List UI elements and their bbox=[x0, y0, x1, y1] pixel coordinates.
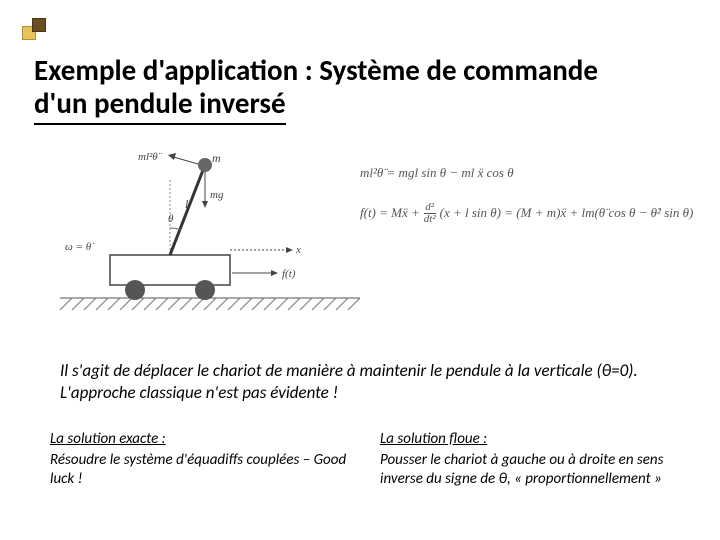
label-f: f(t) bbox=[282, 268, 296, 280]
equations: ml²θ̈ = mgl sin θ − ml ẍ cos θ f(t) = Mẍ… bbox=[360, 160, 693, 226]
label-x: x bbox=[295, 244, 301, 256]
label-mg: mg bbox=[210, 189, 224, 201]
label-omega: ω = θ̇ bbox=[65, 241, 95, 253]
solution-columns: La solution exacte : Résoudre le système… bbox=[50, 430, 680, 488]
logo-squares-icon bbox=[22, 18, 46, 42]
equation-1: ml²θ̈ = mgl sin θ − ml ẍ cos θ bbox=[360, 160, 693, 186]
column-exact: La solution exacte : Résoudre le système… bbox=[50, 430, 350, 488]
equation-2-lhs: f(t) = Mẍ + bbox=[360, 200, 420, 226]
title-line-2: d'un pendule inversé bbox=[34, 85, 286, 125]
label-m: m bbox=[212, 151, 221, 165]
equation-2: f(t) = Mẍ + d² dt² (x + l sin θ) = (M + … bbox=[360, 200, 693, 226]
pendulum-diagram: m ml²θ̈ l θ mg x ω = θ̇ f(t) bbox=[60, 150, 360, 335]
title-line-1: Exemple d'application : Système de comma… bbox=[34, 52, 598, 88]
equation-2-rhs: (x + l sin θ) = (M + m)ẍ + lm(θ̈ cos θ −… bbox=[440, 200, 694, 226]
column-fuzzy-body: Pousser le chariot à gauche ou à droite … bbox=[380, 451, 680, 489]
column-fuzzy: La solution floue : Pousser le chariot à… bbox=[380, 430, 680, 488]
slide: Exemple d'application : Système de comma… bbox=[0, 0, 720, 540]
label-ml2: ml²θ̈ bbox=[138, 151, 163, 163]
label-theta: θ bbox=[168, 213, 174, 225]
column-exact-body: Résoudre le système d'équadiffs couplées… bbox=[50, 451, 350, 489]
slide-title: Exemple d'application : Système de comma… bbox=[34, 54, 690, 121]
column-fuzzy-heading: La solution floue : bbox=[380, 430, 680, 449]
pendulum-figure: m ml²θ̈ l θ mg x ω = θ̇ f(t) ml²θ̈ = mgl… bbox=[60, 150, 660, 335]
column-exact-heading: La solution exacte : bbox=[50, 430, 350, 449]
intro-text: Il s'agit de déplacer le chariot de mani… bbox=[60, 360, 660, 404]
